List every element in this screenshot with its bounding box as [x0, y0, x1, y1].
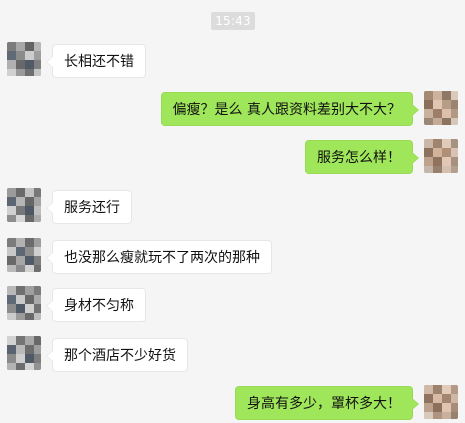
contact-avatar[interactable]	[7, 238, 41, 272]
message-timestamp: 15:43	[211, 12, 255, 30]
outgoing-message-1[interactable]: 偏瘦？是么 真人跟资料差别大不大？	[160, 92, 420, 126]
contact-avatar[interactable]	[7, 188, 41, 222]
incoming-message-3[interactable]: 也没那么瘦就玩不了两次的那种	[46, 240, 272, 274]
contact-avatar[interactable]	[7, 336, 41, 370]
contact-avatar[interactable]	[7, 42, 41, 76]
chat-window: 15:43 长相还不错 偏瘦？是么 真人跟资料差别大不大？ 服务怎么样！ 服务还…	[0, 0, 465, 423]
incoming-message-1[interactable]: 长相还不错	[46, 44, 146, 78]
my-avatar[interactable]	[424, 91, 458, 125]
contact-avatar[interactable]	[7, 286, 41, 320]
incoming-message-2[interactable]: 服务还行	[46, 190, 132, 224]
my-avatar[interactable]	[424, 385, 458, 419]
incoming-message-4[interactable]: 身材不匀称	[46, 288, 146, 322]
outgoing-message-3[interactable]: 身高有多少，罩杯多大！	[235, 386, 419, 420]
incoming-message-5[interactable]: 那个酒店不少好货	[46, 338, 188, 372]
outgoing-message-2[interactable]: 服务怎么样！	[305, 140, 419, 174]
my-avatar[interactable]	[424, 139, 458, 173]
